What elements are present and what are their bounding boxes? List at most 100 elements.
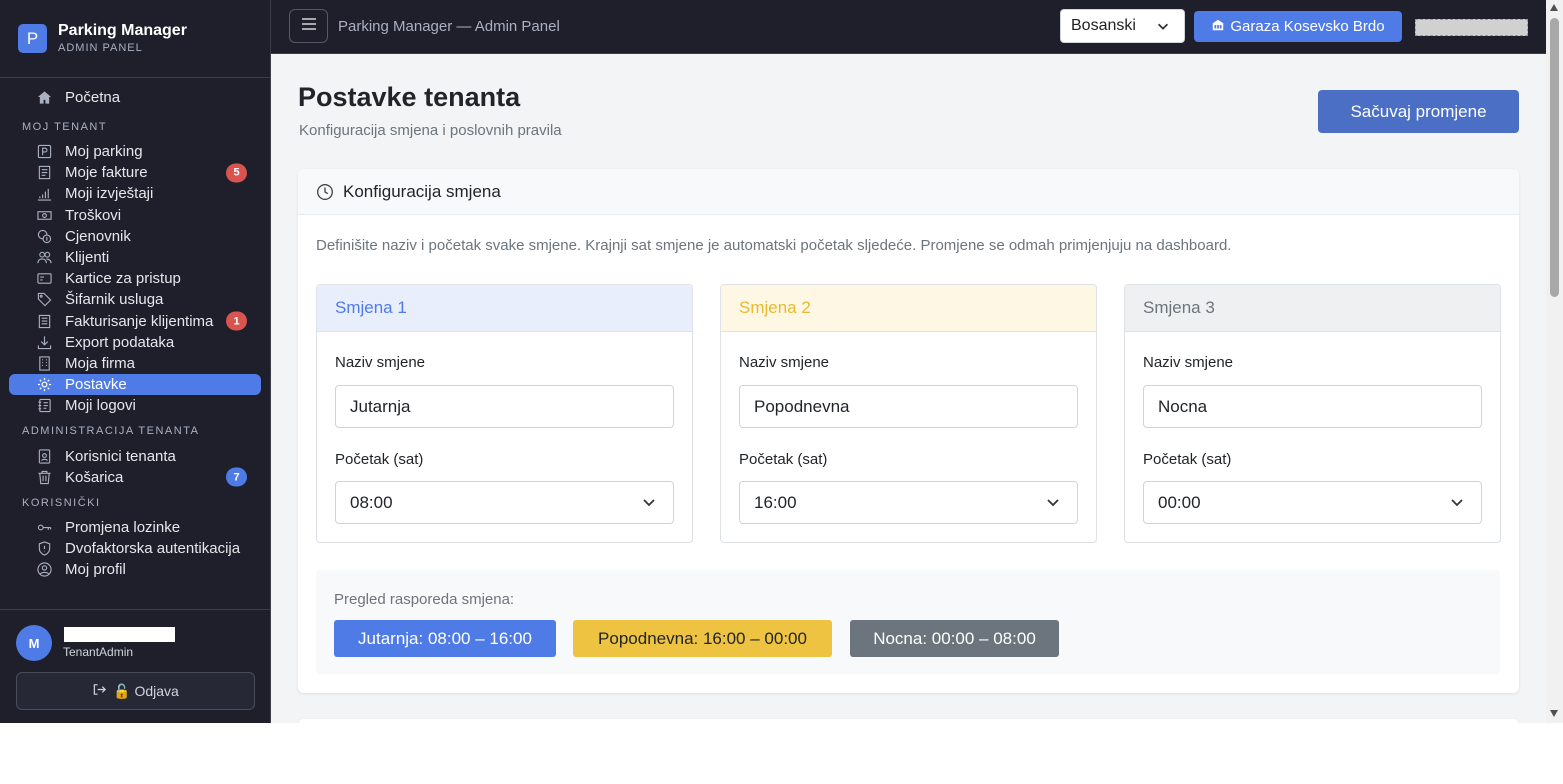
- person-circle-icon: [36, 561, 53, 578]
- shift-start-value: 16:00: [754, 492, 797, 512]
- menu-toggle-button[interactable]: [289, 9, 328, 43]
- user-role: TenantAdmin: [63, 645, 134, 659]
- sidebar-nav: Početna MOJ TENANT Moj parking Moje faktur…: [0, 86, 270, 580]
- shift-name-input[interactable]: Popodnevna: [739, 385, 1078, 428]
- brand[interactable]: P Parking Manager ADMIN PANEL: [0, 0, 270, 78]
- scroll-down-icon[interactable]: [1550, 710, 1558, 717]
- sidebar-item-moji-izvjestaji[interactable]: Moji izvještaji: [9, 183, 261, 204]
- sidebar-item-kartice-za-pristup[interactable]: Kartice za pristup: [9, 268, 261, 289]
- card-header: Konfiguracija smjena: [298, 169, 1519, 215]
- shift-preview-pill: Popodnevna: 16:00 – 00:00: [573, 620, 832, 657]
- sidebar-item-label: Dvofaktorska autentikacija: [65, 540, 241, 558]
- brand-logo: P: [18, 24, 47, 53]
- shift-start-value: 00:00: [1158, 492, 1201, 512]
- shift-start-select[interactable]: 00:00: [1143, 481, 1482, 524]
- sidebar-section-title: ADMINISTRACIJA TENANTA: [22, 425, 200, 438]
- sidebar-item-home[interactable]: Početna: [9, 86, 261, 109]
- cash-icon: [36, 207, 53, 224]
- invoice-icon: [36, 164, 53, 181]
- scrollbar[interactable]: [1546, 0, 1563, 723]
- garage-button[interactable]: Garaza Kosevsko Brdo: [1194, 11, 1402, 42]
- sidebar-item-label: Košarica: [65, 468, 124, 486]
- shift-name-label: Naziv smjene: [335, 354, 426, 371]
- sidebar-item-export-podataka[interactable]: Export podataka: [9, 332, 261, 353]
- bar-chart-icon: [36, 185, 53, 202]
- person-badge-icon: [36, 448, 53, 465]
- user-box: M ████████████ TenantAdmin 🔓 Odjava: [0, 609, 270, 723]
- shift-start-label: Početak (sat): [739, 451, 828, 468]
- sidebar-item-promjena-lozinke[interactable]: Promjena lozinke: [9, 517, 261, 538]
- shift-start-select[interactable]: 16:00: [739, 481, 1078, 524]
- shift-card: Smjena 1 Naziv smjene Jutarnja Početak (…: [316, 284, 693, 543]
- page-title: Postavke tenanta: [298, 82, 521, 112]
- topbar: Parking Manager — Admin Panel Bosanski G…: [271, 0, 1563, 54]
- preview-label: Pregled rasporeda smjena:: [334, 591, 515, 608]
- sidebar-item-moje-fakture[interactable]: Moje fakture 5: [9, 162, 261, 183]
- sidebar-item-label: Fakturisanje klijentima: [65, 312, 214, 330]
- sidebar-section-title: KORISNIČKI: [22, 496, 101, 509]
- hamburger-icon: [301, 16, 317, 36]
- sidebar-item-cjenovnik[interactable]: Cjenovnik: [9, 226, 261, 247]
- save-button[interactable]: Sačuvaj promjene: [1318, 90, 1519, 133]
- sidebar-item-label: Export podataka: [65, 333, 175, 351]
- sidebar-item-label: Promjena lozinke: [65, 518, 181, 536]
- brand-subtitle: ADMIN PANEL: [58, 42, 143, 54]
- shift-name-label: Naziv smjene: [1143, 354, 1234, 371]
- shift-name-label: Naziv smjene: [739, 354, 830, 371]
- shift-preview-pill: Nocna: 00:00 – 08:00: [850, 620, 1059, 657]
- shift-header: Smjena 1: [317, 285, 692, 332]
- sidebar-item-label: Postavke: [65, 376, 127, 394]
- sidebar-item-label: Klijenti: [65, 249, 110, 267]
- sidebar-item-korisnici-tenanta[interactable]: Korisnici tenanta: [9, 445, 261, 466]
- card-icon: [36, 270, 53, 287]
- journal-icon: [36, 397, 53, 414]
- shift-start-label: Početak (sat): [1143, 451, 1232, 468]
- shift-start-label: Početak (sat): [335, 451, 424, 468]
- shift-start-select[interactable]: 08:00: [335, 481, 674, 524]
- sidebar-item-moji-logovi[interactable]: Moji logovi: [9, 395, 261, 416]
- shift-header: Smjena 2: [721, 285, 1096, 332]
- language-select[interactable]: Bosanski: [1060, 9, 1185, 43]
- shift-config-card: Konfiguracija smjena Definišite naziv i …: [298, 169, 1519, 693]
- card-title: Konfiguracija smjena: [343, 181, 501, 201]
- shield-icon: [36, 540, 53, 557]
- building-icon: [36, 355, 53, 372]
- shift-name-value: Jutarnja: [350, 396, 411, 416]
- logout-button[interactable]: 🔓 Odjava: [16, 672, 255, 710]
- sidebar-item-label: Cjenovnik: [65, 227, 131, 245]
- scrollbar-thumb[interactable]: [1550, 18, 1559, 297]
- trash-icon: [36, 469, 53, 486]
- count-badge: 7: [226, 467, 247, 487]
- avatar[interactable]: M: [16, 625, 52, 661]
- sidebar-item-sifarnik-usluga[interactable]: Šifarnik usluga: [9, 289, 261, 310]
- sidebar-item-moja-firma[interactable]: Moja firma: [9, 353, 261, 374]
- logout-label: 🔓 Odjava: [113, 682, 179, 699]
- shift-header: Smjena 3: [1125, 285, 1500, 332]
- topbar-title: Parking Manager — Admin Panel: [338, 18, 560, 35]
- sidebar-item-klijenti[interactable]: Klijenti: [9, 247, 261, 268]
- app-window: P Parking Manager ADMIN PANEL Početna MO…: [0, 0, 1563, 723]
- shift-card: Smjena 2 Naziv smjene Popodnevna Početak…: [720, 284, 1097, 543]
- sidebar-item-moj-profil[interactable]: Moj profil: [9, 559, 261, 580]
- shift-name-input[interactable]: Jutarnja: [335, 385, 674, 428]
- sidebar-item-kosarica[interactable]: Košarica 7: [9, 467, 261, 488]
- sidebar-item-label: Moje fakture: [65, 164, 148, 182]
- chevron-down-icon: [641, 494, 657, 515]
- sidebar-item-fakturisanje-klijentima[interactable]: Fakturisanje klijentima 1: [9, 311, 261, 332]
- sidebar-item-moj-parking[interactable]: Moj parking: [9, 141, 261, 162]
- topbar-user-name[interactable]: ████████████: [1415, 19, 1528, 36]
- sidebar-item-label: Kartice za pristup: [65, 270, 181, 288]
- shift-name-input[interactable]: Nocna: [1143, 385, 1482, 428]
- brand-title: Parking Manager: [58, 22, 187, 39]
- sidebar-item-label: Šifarnik usluga: [65, 291, 164, 309]
- sidebar-item-troskovi[interactable]: Troškovi: [9, 205, 261, 226]
- key-icon: [36, 519, 53, 536]
- shift-start-value: 08:00: [350, 492, 393, 512]
- sidebar-item-postavke[interactable]: Postavke: [9, 374, 261, 396]
- sidebar-item-dvofaktorska-autentikacija[interactable]: Dvofaktorska autentikacija: [9, 538, 261, 559]
- scroll-up-icon[interactable]: [1550, 4, 1558, 11]
- garage-label: Garaza Kosevsko Brdo: [1230, 18, 1385, 35]
- tag-icon: [36, 291, 53, 308]
- sidebar-item-label: Početna: [65, 89, 121, 106]
- receipt-icon: [36, 313, 53, 330]
